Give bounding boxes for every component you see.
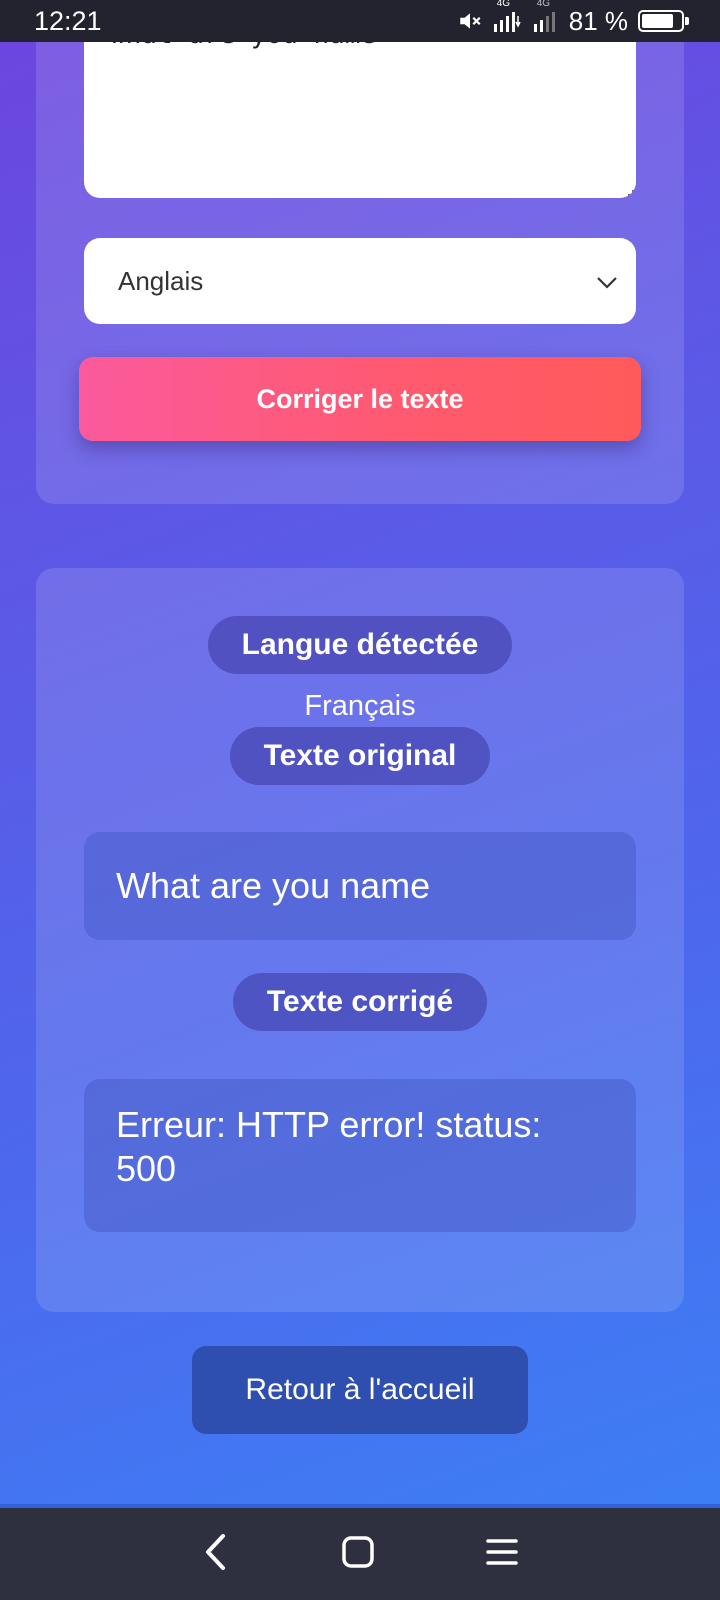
corrected-text: Erreur: HTTP error! status: 500 xyxy=(116,1104,542,1189)
battery-icon xyxy=(638,10,689,32)
language-select-value: Anglais xyxy=(118,265,204,296)
status-time: 12:21 xyxy=(34,5,102,36)
home-icon[interactable] xyxy=(341,1535,375,1574)
status-bar: 12:21 4G 4G 81 % xyxy=(0,0,720,42)
network-type-label-2: 4G xyxy=(536,0,551,9)
corrected-text-heading: Texte corrigé xyxy=(233,973,487,1031)
detected-language-heading: Langue détectée xyxy=(208,616,512,674)
corrected-text-box: Erreur: HTTP error! status: 500 xyxy=(84,1079,636,1232)
menu-icon[interactable] xyxy=(485,1537,519,1572)
status-icons: 4G 4G 81 % xyxy=(457,0,689,37)
detected-language-value: Français xyxy=(304,690,416,722)
signal-icon-2: 4G xyxy=(533,0,559,32)
back-home-button[interactable]: Retour à l'accueil xyxy=(192,1346,528,1434)
back-icon[interactable] xyxy=(201,1533,231,1576)
original-text-heading: Texte original xyxy=(230,727,490,785)
battery-percent: 81 % xyxy=(568,5,628,36)
navigation-bar xyxy=(0,1504,720,1600)
original-text: What are you name xyxy=(116,865,431,906)
battery-level xyxy=(642,14,673,28)
signal-icon: 4G xyxy=(493,0,523,32)
network-type-label: 4G xyxy=(496,0,511,9)
chevron-down-icon xyxy=(596,266,618,297)
mute-icon xyxy=(457,8,483,34)
language-select[interactable]: Anglais xyxy=(84,238,636,324)
correct-text-button[interactable]: Corriger le texte xyxy=(79,357,641,441)
resize-handle[interactable] xyxy=(628,190,634,196)
original-text-box: What are you name xyxy=(84,832,636,940)
